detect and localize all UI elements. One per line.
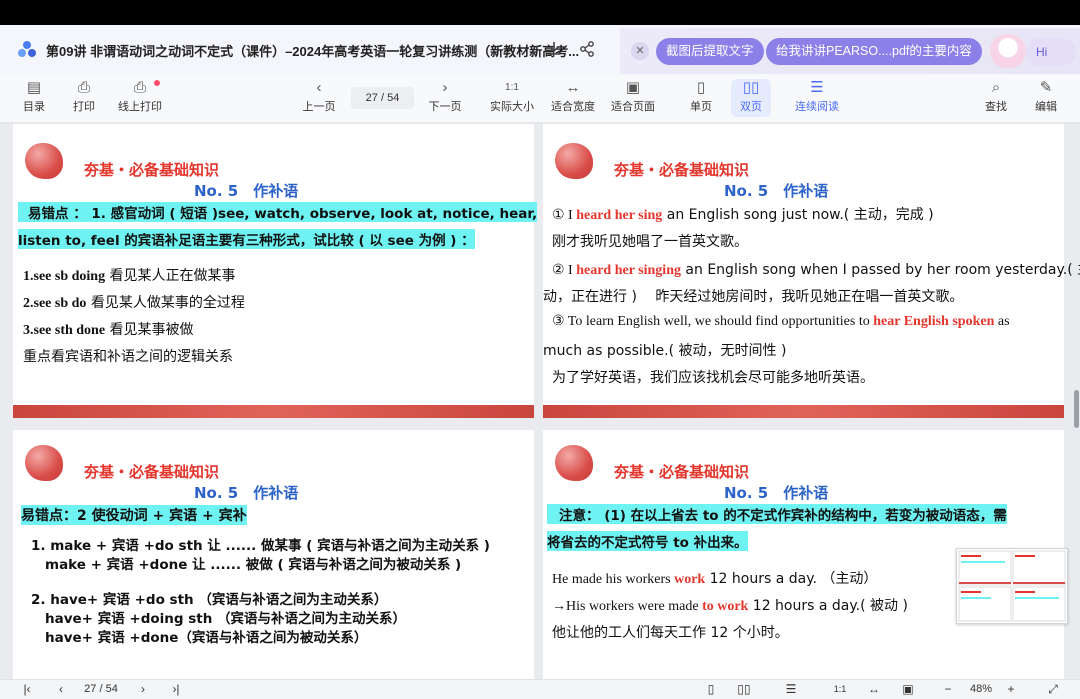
suggestion-chip[interactable]: 截图后提取文字 — [656, 38, 764, 65]
slide-header-red: 夯基・必备基础知识 — [84, 161, 220, 179]
status-page-indicator[interactable]: 27 / 54 — [78, 681, 124, 697]
suggestion-chip[interactable]: 给我讲讲PEARSO....pdf的主要内容 — [766, 38, 982, 65]
note-line: 注意： (1) 在以上省去 to 的不定式作宾补的结构中，若变为被动语态，需 — [547, 504, 1007, 524]
error-point-line: listen to, feel 的宾语补足语主要有三种形式，试比较 ( 以 se… — [18, 229, 475, 249]
slide-header-red: 夯基・必备基础知识 — [614, 161, 750, 179]
slide-subheader-blue: No. 5 作补语 — [194, 484, 299, 502]
double-page-button[interactable]: ▯▯ 双页 — [737, 78, 765, 118]
example-translation: 为了学好英语，我们应该找机会尽可能多地听英语。 — [552, 370, 874, 386]
search-icon: ⌕ — [991, 79, 1001, 96]
single-page-button[interactable]: ▯ 单页 — [688, 78, 714, 118]
page-thumbnail-preview[interactable] — [956, 548, 1068, 624]
slide-footer-bar — [13, 405, 534, 418]
download-icon[interactable] — [544, 40, 564, 60]
thumbnail-image — [958, 550, 1066, 622]
rule-line: have+ 宾语 +doing sth （宾语与补语之间为主动关系） — [45, 611, 407, 627]
list-item: 3.see sth done 看见某事被做 — [23, 322, 194, 338]
list-item: 重点看宾语和补语之间的逻辑关系 — [23, 349, 233, 365]
double-page-icon[interactable]: ▯▯ — [735, 681, 753, 697]
edit-icon: ✎ — [1039, 79, 1053, 96]
example-sentence: ① I heard her sing an English song just … — [552, 207, 934, 223]
note-line: 将省去的不定式符号 to 补出来。 — [547, 531, 748, 551]
last-page-icon[interactable]: ›| — [168, 681, 184, 697]
slide-page: 夯基・必备基础知识 No. 5 作补语 易错点 ： 1. 感官动词 ( 短语 )… — [13, 124, 538, 418]
close-icon[interactable]: ✕ — [631, 42, 649, 60]
decorative-blob — [555, 445, 593, 481]
slide-page: 夯基・必备基础知识 No. 5 作补语 ① I heard her sing a… — [543, 124, 1080, 418]
zoom-in-icon[interactable]: + — [1004, 681, 1018, 697]
actual-size-icon[interactable]: 1:1 — [831, 681, 849, 697]
example-translation: 动，正在进行 ) 昨天经过她房间时，我听见她正在唱一首英文歌。 — [543, 289, 964, 305]
single-page-icon[interactable]: ▯ — [703, 681, 719, 697]
decorative-blob — [555, 143, 593, 179]
example-sentence: ③ To learn English well, we should find … — [552, 314, 1010, 329]
rule-line: have+ 宾语 +done（宾语与补语之间为被动关系） — [45, 630, 368, 646]
next-page-button[interactable]: › 下一页 — [428, 78, 462, 118]
chevron-right-icon[interactable]: › — [136, 681, 150, 697]
share-icon[interactable] — [577, 40, 597, 60]
fit-width-button[interactable]: ↔ 适合宽度 — [551, 78, 595, 118]
decorative-blob — [25, 445, 63, 481]
fit-page-icon[interactable]: ▣ — [899, 681, 917, 697]
actual-size-icon: 1:1 — [505, 82, 519, 93]
toc-icon: ▤ — [26, 79, 42, 96]
notification-dot — [154, 80, 160, 86]
slide-subheader-blue: No. 5 作补语 — [194, 182, 299, 200]
error-point-line: 易错点 ： 1. 感官动词 ( 短语 )see, watch, observe,… — [18, 202, 538, 222]
example-translation: 他让他的工人们每天工作 12 个小时。 — [552, 625, 789, 641]
fit-width-icon[interactable]: ↔ — [865, 681, 883, 697]
zoom-out-icon[interactable]: − — [941, 681, 955, 697]
list-item: 2.see sb do 看见某人做某事的全过程 — [23, 295, 245, 311]
fit-page-icon: ▣ — [625, 79, 641, 96]
continuous-icon: ☰ — [810, 79, 824, 96]
prev-page-button[interactable]: ‹ 上一页 — [302, 78, 336, 118]
chevron-left-icon[interactable]: ‹ — [54, 681, 68, 697]
slide-header-red: 夯基・必备基础知识 — [84, 463, 220, 481]
document-viewer[interactable]: 夯基・必备基础知识 No. 5 作补语 易错点 ： 1. 感官动词 ( 短语 )… — [0, 124, 1080, 679]
decorative-blob — [25, 143, 63, 179]
double-page-icon: ▯▯ — [742, 79, 760, 96]
app-logo-icon — [18, 41, 36, 57]
continuous-reading-button[interactable]: ☰ 连续阅读 — [795, 78, 839, 118]
fit-width-icon: ↔ — [565, 79, 581, 96]
slide-subheader-blue: No. 5 作补语 — [724, 484, 829, 502]
actual-size-button[interactable]: 1:1 实际大小 — [490, 78, 534, 118]
rule-line: 2. have+ 宾语 +do sth （宾语与补语之间为主动关系） — [31, 592, 388, 608]
example-sentence: ② I heard her singing an English song wh… — [552, 262, 1080, 278]
slide-footer-bar — [543, 405, 1064, 418]
example-sentence: →His workers were made to work 12 hours … — [552, 598, 908, 614]
example-sentence: He made his workers work 12 hours a day.… — [552, 571, 878, 587]
chevron-left-icon: ‹ — [316, 79, 322, 96]
print-icon: ⎙ — [77, 79, 90, 96]
example-translation: 刚才我听见她唱了一首英文歌。 — [552, 234, 748, 250]
error-point-heading: 易错点：2 使役动词 + 宾语 + 宾补 — [21, 505, 247, 525]
zoom-level[interactable]: 48% — [964, 681, 998, 697]
search-button[interactable]: ⌕ 查找 — [984, 78, 1008, 118]
fit-page-button[interactable]: ▣ 适合页面 — [611, 78, 655, 118]
document-title: 第09讲 非谓语动词之动词不定式（课件）–2024年高考英语一轮复习讲练测（新教… — [46, 44, 580, 59]
fullscreen-icon[interactable]: ⤢ — [1044, 681, 1062, 697]
os-top-strip — [0, 0, 1080, 25]
rule-line: 1. make + 宾语 +do sth 让 ...... 做某事 ( 宾语与补… — [31, 538, 490, 554]
single-page-icon: ▯ — [696, 79, 706, 96]
status-bar — [0, 679, 1080, 699]
print-button[interactable]: ⎙ 打印 — [68, 78, 100, 118]
continuous-icon[interactable]: ☰ — [783, 681, 799, 697]
first-page-icon[interactable]: |‹ — [20, 681, 34, 697]
rule-line: make + 宾语 +done 让 ...... 被做 ( 宾语与补语之间为被动… — [45, 557, 462, 573]
assistant-avatar[interactable] — [990, 34, 1026, 68]
edit-button[interactable]: ✎ 编辑 — [1034, 78, 1058, 118]
page-indicator[interactable]: 27 / 54 — [351, 87, 414, 109]
toc-button[interactable]: ▤ 目录 — [18, 78, 50, 118]
slide-header-red: 夯基・必备基础知识 — [614, 463, 750, 481]
slide-page: 夯基・必备基础知识 No. 5 作补语 易错点：2 使役动词 + 宾语 + 宾补… — [13, 430, 534, 679]
slide-subheader-blue: No. 5 作补语 — [724, 182, 829, 200]
chevron-right-icon: › — [442, 79, 448, 96]
list-item: 1.see sb doing 看见某人正在做某事 — [23, 268, 236, 284]
assistant-greeting[interactable]: Hi — [1026, 38, 1076, 66]
example-sentence: much as possible.( 被动，无时间性 ) — [543, 343, 787, 359]
vertical-scrollbar[interactable] — [1074, 390, 1079, 428]
